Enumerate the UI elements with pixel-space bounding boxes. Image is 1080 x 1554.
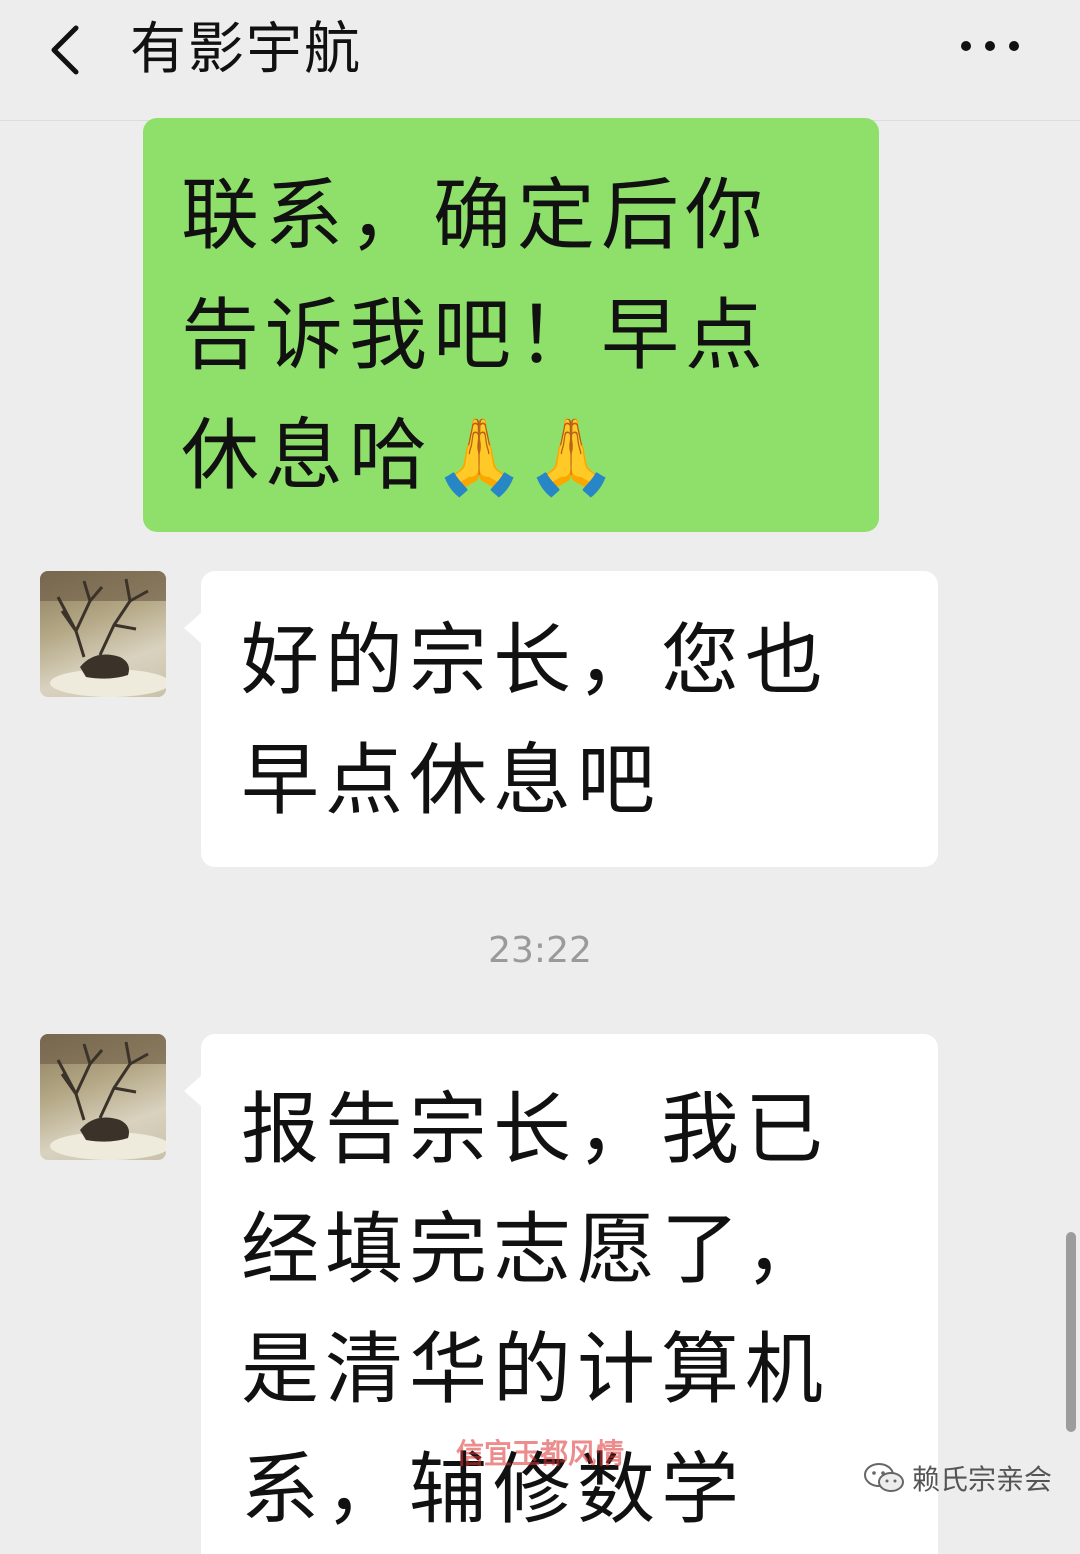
scrollbar-thumb[interactable] [1066,1232,1076,1432]
chevron-left-icon[interactable] [38,20,98,80]
watermark-overlay-text: 信宜玉都风情 [455,1437,624,1470]
contact-avatar[interactable] [40,571,166,697]
account-name: 赖氏宗亲会 [912,1463,1053,1496]
wechat-icon [864,1463,904,1492]
message-bubble-outgoing[interactable]: 联系，确定后你 告诉我吧！早点 休息哈🙏🙏 [143,118,879,532]
deer-sculpture-image [40,1034,166,1160]
message-line: 经填完志愿了， [241,1205,830,1295]
message-line: 联系，确定后你 [181,171,770,261]
chat-header: 有影宇航 [0,0,1080,121]
message-line-text: 休息哈 [181,411,434,501]
message-timestamp: 23:22 [488,930,592,971]
wechat-account-watermark: 赖氏宗亲会 [862,1450,1052,1506]
watermark-overlay: 信宜玉都风情 [410,1432,670,1522]
more-dots-icon[interactable] [950,28,1030,64]
bubble-tail [184,612,202,644]
message-line: 报告宗长，我已 [241,1085,830,1175]
message-line: 休息哈🙏🙏 [181,396,879,517]
bubble-tail [184,1075,202,1107]
message-line: 是清华的计算机 [241,1325,830,1415]
contact-avatar[interactable] [40,1034,166,1160]
message-line: 早点休息吧 [241,736,662,826]
praying-hands-emoji: 🙏🙏 [433,414,618,500]
chat-title: 有影宇航 [130,17,362,82]
message-bubble-incoming[interactable]: 好的宗长，您也 早点休息吧 [201,571,938,867]
message-line: 告诉我吧！早点 [181,291,770,381]
message-line: 好的宗长，您也 [241,616,830,706]
deer-sculpture-image [40,571,166,697]
